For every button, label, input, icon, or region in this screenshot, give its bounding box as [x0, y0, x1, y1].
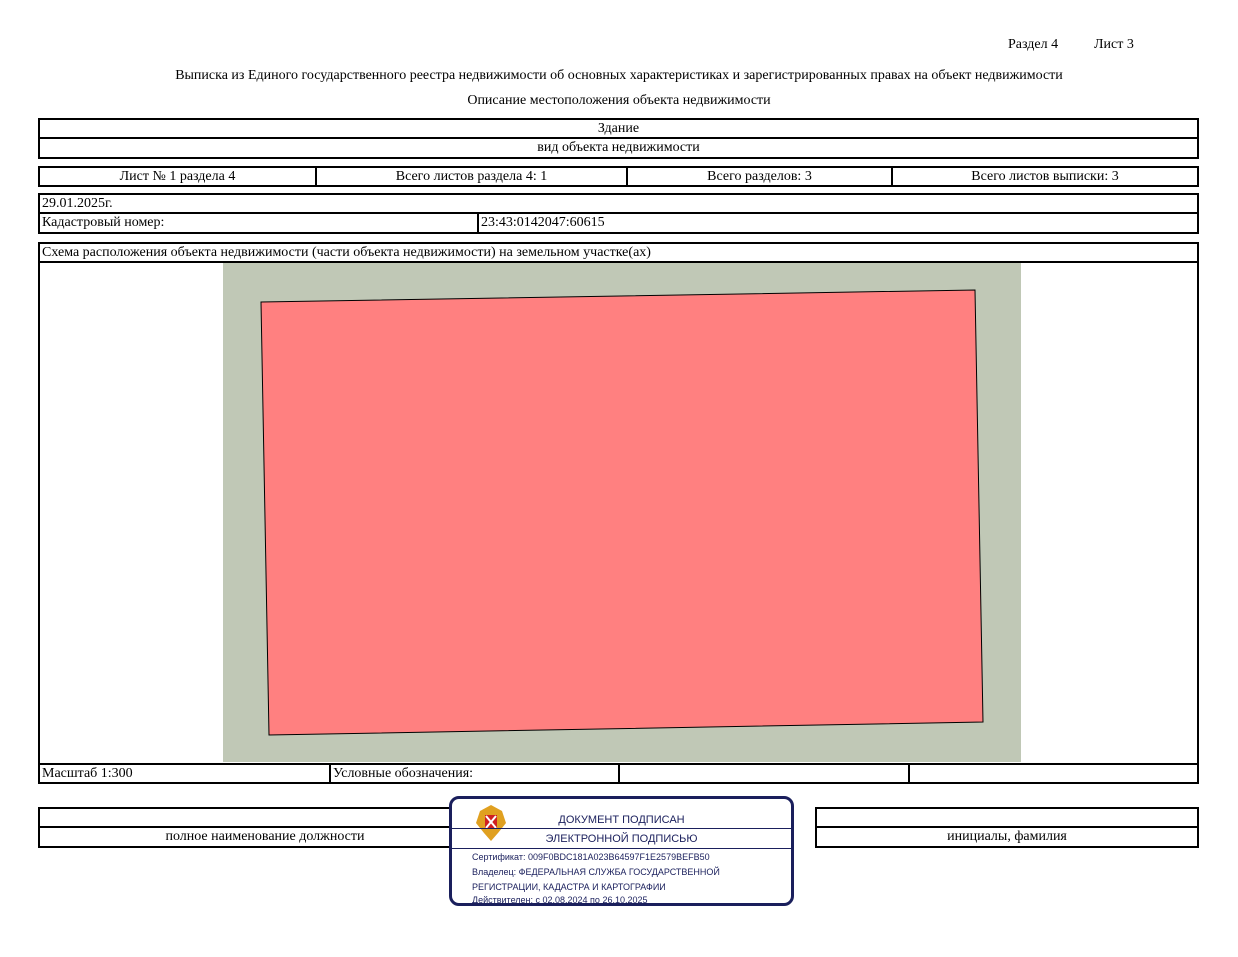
- section-sheets: Всего листов раздела 4: 1: [315, 166, 628, 187]
- legend-cell: [908, 763, 1199, 784]
- position-cell: [38, 807, 492, 828]
- stamp-validity: Действителен: с 02.08.2024 по 26.10.2025: [472, 895, 648, 905]
- name-cell: [815, 807, 1199, 828]
- document-page: Раздел 4 Лист 3 Выписка из Единого госуд…: [0, 0, 1238, 957]
- scale: Масштаб 1:300: [38, 763, 331, 784]
- stamp-line2: ЭЛЕКТРОННОЙ ПОДПИСЬЮ: [545, 833, 698, 845]
- scheme-map: [223, 263, 1021, 762]
- sheet-no: Лист № 1 раздела 4: [38, 166, 317, 187]
- sections-count: Всего разделов: 3: [626, 166, 893, 187]
- stamp-certificate: Сертификат: 009F0BDC181A023B64597F1E2579…: [472, 852, 710, 862]
- scheme-title: Схема расположения объекта недвижимости …: [38, 242, 1199, 263]
- document-subtitle: Описание местоположения объекта недвижим…: [467, 93, 771, 108]
- position-caption: полное наименование должности: [38, 826, 492, 848]
- object-type: Здание: [38, 118, 1199, 139]
- document-title: Выписка из Единого государственного реес…: [175, 68, 1063, 83]
- cadastral-number: 23:43:0142047:60615: [477, 212, 1199, 234]
- name-caption: инициалы, фамилия: [815, 826, 1199, 848]
- legend-cell: [618, 763, 910, 784]
- cadastral-label: Кадастровый номер:: [38, 212, 479, 234]
- stamp-owner-cont: РЕГИСТРАЦИИ, КАДАСТРА И КАРТОГРАФИИ: [472, 882, 666, 892]
- section-number: Раздел 4: [1008, 37, 1059, 52]
- electronic-signature-stamp: ДОКУМЕНТ ПОДПИСАН ЭЛЕКТРОННОЙ ПОДПИСЬЮ С…: [449, 796, 794, 906]
- object-type-caption: вид объекта недвижимости: [38, 137, 1199, 159]
- sheet-number: Лист 3: [1094, 37, 1134, 52]
- legend-label: Условные обозначения:: [329, 763, 620, 784]
- stamp-line1: ДОКУМЕНТ ПОДПИСАН: [558, 814, 685, 826]
- total-sheets: Всего листов выписки: 3: [891, 166, 1199, 187]
- building-contour: [260, 289, 984, 736]
- date: 29.01.2025г.: [38, 193, 1199, 214]
- stamp-owner: Владелец: ФЕДЕРАЛЬНАЯ СЛУЖБА ГОСУДАРСТВЕ…: [472, 867, 720, 877]
